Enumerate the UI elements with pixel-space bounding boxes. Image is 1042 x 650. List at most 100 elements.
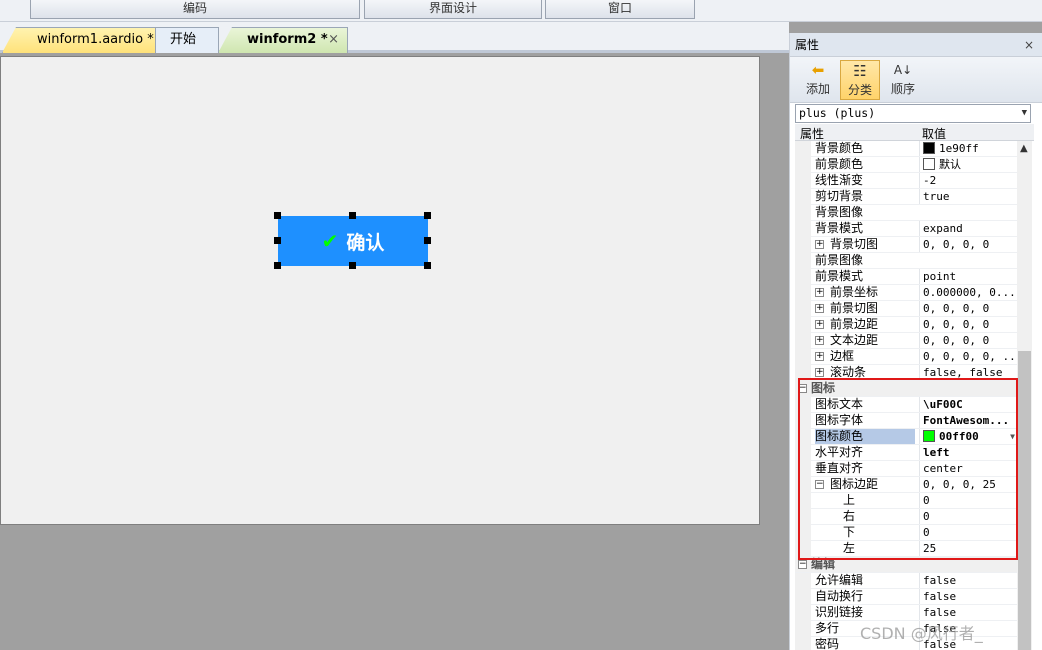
tab-start-page[interactable]: 开始页... [155,27,219,71]
property-value[interactable]: false [919,605,1017,620]
window-menu-button[interactable]: 窗口 [545,0,695,19]
color-swatch [923,158,935,170]
property-row[interactable]: 背景图像 [795,205,1017,221]
scroll-up-icon[interactable]: ▲ [1020,143,1028,154]
property-row[interactable]: 背景颜色 1e90ff [795,141,1017,157]
category-row-icon[interactable]: − 图标 [795,381,1017,397]
check-icon: ✔ [321,229,339,253]
property-row[interactable]: 左 25 [795,541,1017,557]
resize-handle-nw[interactable] [274,212,281,219]
expand-icon[interactable]: + [815,240,824,249]
property-value[interactable]: \uF00C [919,397,1017,412]
expand-icon[interactable]: + [815,320,824,329]
collapse-icon[interactable]: − [798,384,807,393]
close-icon[interactable]: × [1024,33,1034,57]
property-value[interactable]: 0, 0, 0, 0 [919,333,1017,348]
alphabetical-button[interactable]: A↓ 顺序 [883,60,923,100]
property-value[interactable]: 0, 0, 0, 0, ... [919,349,1017,364]
property-value[interactable]: 0, 0, 0, 0 [919,237,1017,252]
tab-winform2[interactable]: winform2 * × [218,27,348,53]
add-label: 添加 [805,82,830,96]
resize-handle-se[interactable] [424,262,431,269]
property-row[interactable]: 垂直对齐 center [795,461,1017,477]
property-row[interactable]: + 前景坐标 0.000000, 0.... [795,285,1017,301]
tab-winform1[interactable]: winform1.aardio * [2,27,156,53]
property-value[interactable]: expand [919,221,1017,236]
property-row[interactable]: 允许编辑 false [795,573,1017,589]
expand-icon[interactable]: + [815,336,824,345]
scrollbar-thumb[interactable] [1018,351,1031,650]
collapse-icon[interactable]: − [815,480,824,489]
property-row[interactable]: 图标文本 \uF00C [795,397,1017,413]
property-value[interactable]: 0.000000, 0.... [919,285,1017,300]
property-row[interactable]: 自动换行 false [795,589,1017,605]
property-row[interactable]: − 图标边距 0, 0, 0, 25 [795,477,1017,493]
property-row[interactable]: + 背景切图 0, 0, 0, 0 [795,237,1017,253]
collapse-icon[interactable]: − [798,560,807,569]
confirm-plus-button[interactable]: ✔ 确认 [278,216,428,266]
close-tab-icon[interactable]: × [328,28,339,52]
property-name: 前景模式 [815,269,864,283]
property-row[interactable]: 图标字体 FontAwesom... [795,413,1017,429]
property-value[interactable]: 0, 0, 0, 0 [919,317,1017,332]
category-name: 编辑 [811,557,836,571]
property-row[interactable]: 右0 [795,509,1017,525]
expand-icon[interactable]: + [815,352,824,361]
add-button[interactable]: ⬅ 添加 [798,60,838,100]
dropdown-arrow-icon[interactable]: ▼ [1010,429,1015,444]
property-row[interactable]: 水平对齐 left [795,445,1017,461]
property-row-selected[interactable]: 图标颜色 00ff00 ▼ [795,429,1017,445]
object-selector[interactable]: plus (plus) ▼ [795,104,1031,123]
property-value[interactable]: 1e90ff [919,141,1017,156]
categorized-button[interactable]: ☷ 分类 [840,60,880,100]
properties-toolbar: ⬅ 添加 ☷ 分类 A↓ 顺序 [790,57,1042,103]
resize-handle-n[interactable] [349,212,356,219]
property-row[interactable]: + 边框 0, 0, 0, 0, ... [795,349,1017,365]
property-value[interactable]: true [919,189,1017,204]
property-row[interactable]: 前景颜色 默认 [795,157,1017,173]
property-value[interactable]: false, false [919,365,1017,380]
property-value[interactable]: 0, 0, 0, 0 [919,301,1017,316]
property-name: 垂直对齐 [815,461,864,475]
property-value[interactable]: false [919,573,1017,588]
property-row[interactable]: 前景图像 [795,253,1017,269]
property-row[interactable]: + 前景切图 0, 0, 0, 0 [795,301,1017,317]
property-row[interactable]: 下0 [795,525,1017,541]
property-value[interactable]: point [919,269,1017,284]
property-value[interactable]: 00ff00 ▼ [919,429,1017,444]
resize-handle-sw[interactable] [274,262,281,269]
resize-handle-w[interactable] [274,237,281,244]
property-value[interactable]: false [919,589,1017,604]
category-row-edit[interactable]: − 编辑 [795,557,1017,573]
property-value[interactable]: 默认 [919,157,1017,172]
property-row[interactable]: + 前景边距 0, 0, 0, 0 [795,317,1017,333]
property-value[interactable]: left [919,445,1017,460]
property-grid-scrollbar[interactable]: ▲ [1017,141,1032,650]
resize-handle-e[interactable] [424,237,431,244]
property-value[interactable]: center [919,461,1017,476]
resize-handle-s[interactable] [349,262,356,269]
code-menu-button[interactable]: 编码 [30,0,360,19]
property-row[interactable]: 背景模式 expand [795,221,1017,237]
expand-icon[interactable]: + [815,288,824,297]
property-value[interactable]: 0 [919,525,1017,540]
property-value[interactable]: 0, 0, 0, 25 [919,477,1017,492]
expand-icon[interactable]: + [815,304,824,313]
property-row[interactable]: 上0 [795,493,1017,509]
property-row[interactable]: 识别链接 false [795,605,1017,621]
property-value[interactable]: 25 [919,541,1017,556]
property-row[interactable]: + 滚动条 false, false [795,365,1017,381]
property-row[interactable]: + 文本边距 0, 0, 0, 0 [795,333,1017,349]
property-value[interactable]: FontAwesom... [919,413,1017,428]
property-row[interactable]: 前景模式 point [795,269,1017,285]
property-row[interactable]: 线性渐变 -2 [795,173,1017,189]
design-menu-button[interactable]: 界面设计 [364,0,542,19]
design-canvas[interactable]: ✔ 确认 [0,56,760,525]
property-value[interactable]: 0 [919,509,1017,524]
expand-icon[interactable]: + [815,368,824,377]
resize-handle-ne[interactable] [424,212,431,219]
property-value[interactable]: -2 [919,173,1017,188]
watermark-text: CSDN @风行者_ [860,624,983,643]
property-row[interactable]: 剪切背景 true [795,189,1017,205]
property-value[interactable]: 0 [919,493,1017,508]
